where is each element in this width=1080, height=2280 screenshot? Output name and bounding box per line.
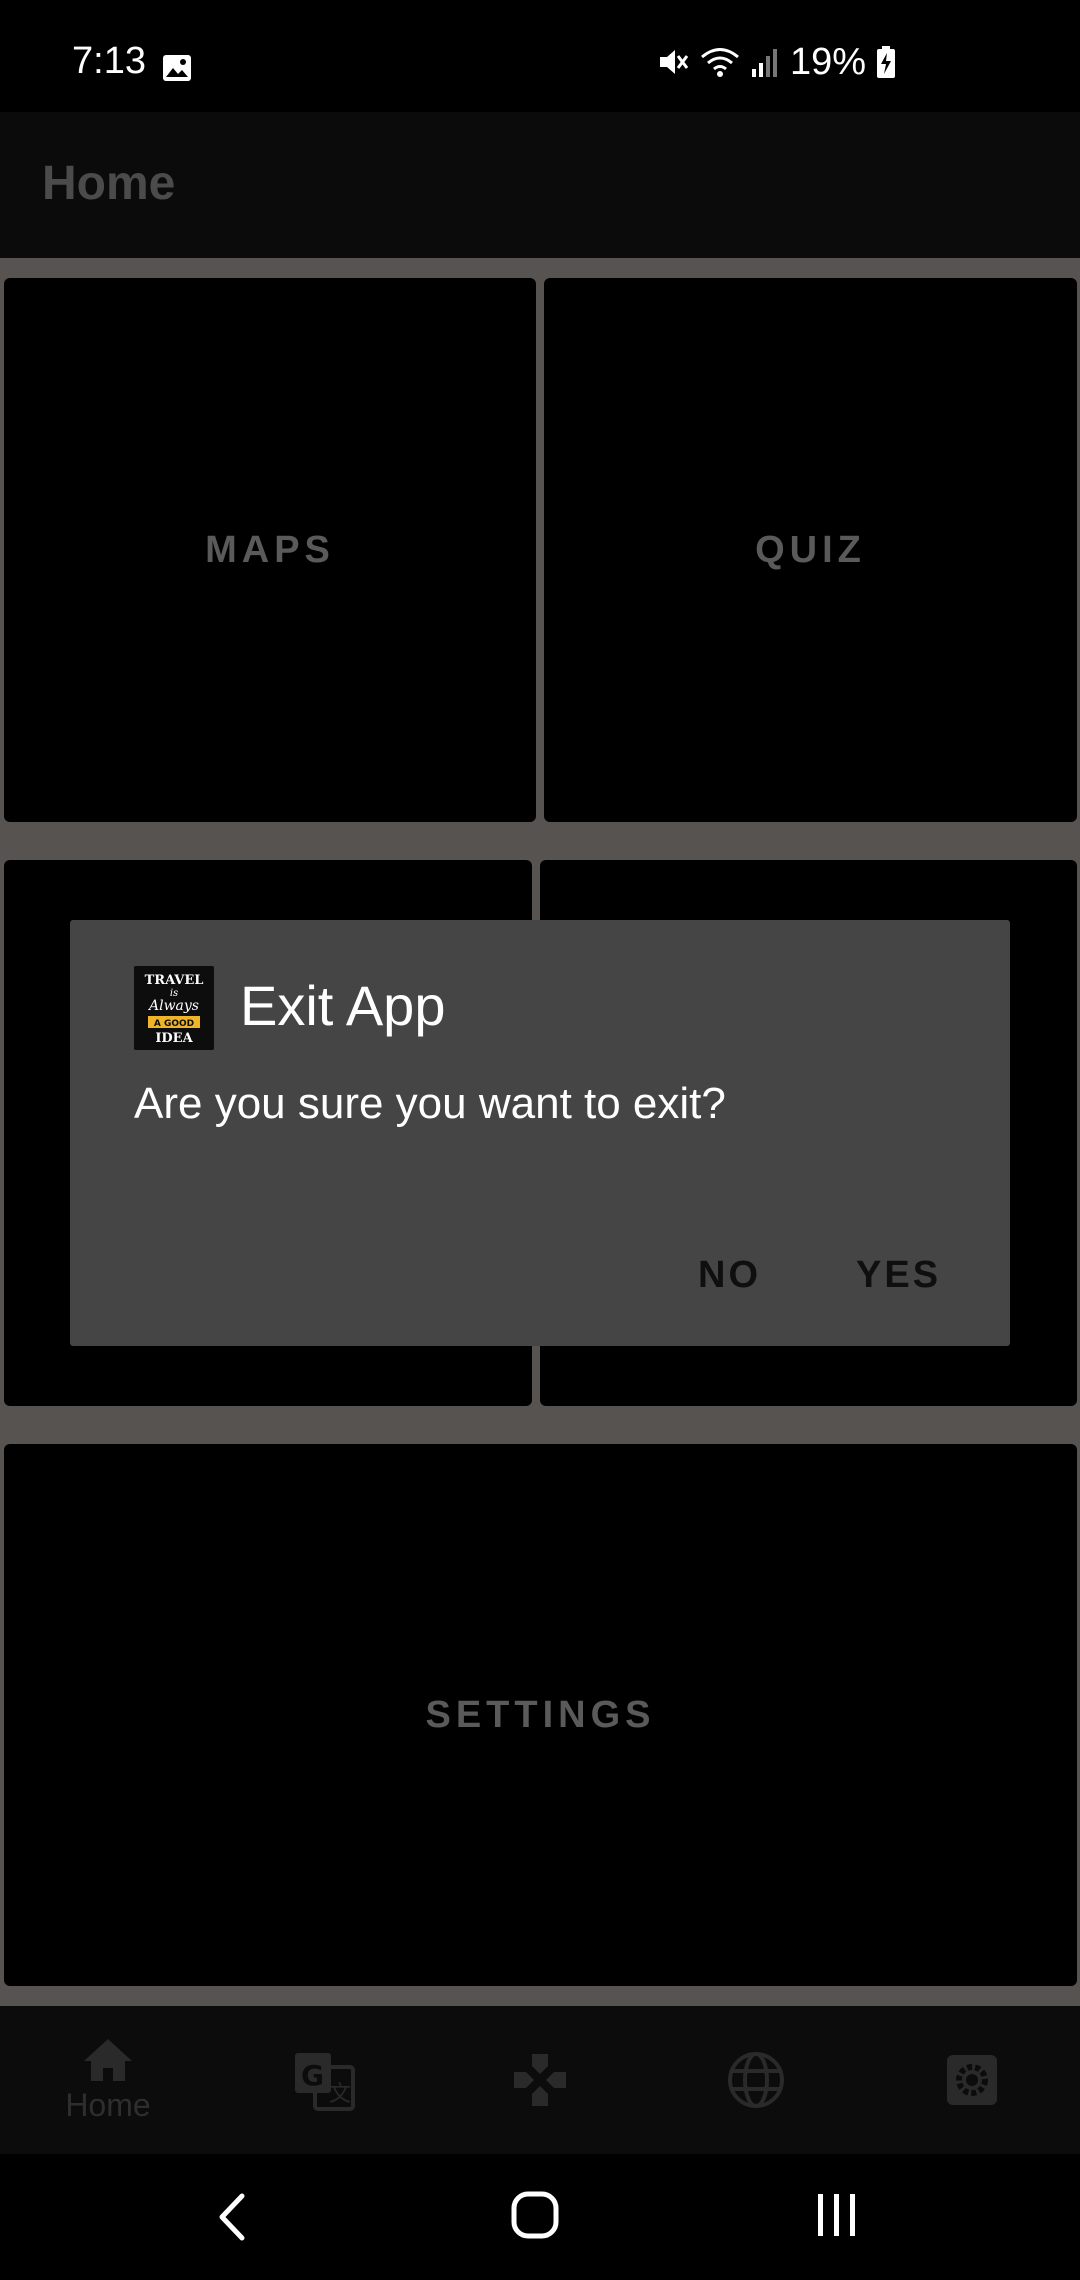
- logo-text-idea: IDEA: [155, 1031, 193, 1046]
- logo-text-a-good: A GOOD: [154, 1019, 194, 1029]
- nav-item-home[interactable]: Home: [0, 2006, 216, 2154]
- signal-icon: [751, 49, 777, 77]
- quiz-tile-label: QUIZ: [755, 528, 866, 571]
- nav-label-home: Home: [65, 2086, 151, 2123]
- home-icon: [84, 2038, 132, 2081]
- back-icon[interactable]: [214, 2192, 248, 2242]
- settings-icon: [947, 2055, 997, 2105]
- quiz-tile[interactable]: QUIZ: [544, 278, 1077, 822]
- page-title: Home: [42, 157, 176, 210]
- no-button[interactable]: NO: [684, 1246, 775, 1304]
- settings-tile[interactable]: SETTINGS: [4, 1444, 1077, 1986]
- app-logo: TRAVEL is Always A GOOD IDEA: [134, 966, 214, 1050]
- maps-tile[interactable]: MAPS: [4, 278, 536, 822]
- globe-icon: [728, 2052, 784, 2108]
- nav-item-settings[interactable]: [864, 2006, 1080, 2154]
- nav-item-translate[interactable]: G 文: [216, 2006, 432, 2154]
- wifi-icon: [700, 48, 739, 77]
- status-icons: 19%: [656, 42, 896, 82]
- logo-text-always: Always: [147, 998, 199, 1014]
- translate-icon: G 文: [295, 2053, 355, 2111]
- battery-percent: 19%: [789, 41, 866, 83]
- nav-item-games[interactable]: [432, 2006, 648, 2154]
- status-time: 7:13: [72, 40, 146, 82]
- nav-item-world[interactable]: [648, 2006, 864, 2154]
- app-logo-image: TRAVEL is Always A GOOD IDEA: [134, 966, 214, 1050]
- yes-button[interactable]: YES: [842, 1246, 955, 1304]
- logo-text-travel: TRAVEL: [145, 973, 204, 988]
- mute-icon: [659, 50, 689, 74]
- settings-tile-label: SETTINGS: [425, 1693, 656, 1736]
- dialog-message: Are you sure you want to exit?: [134, 1079, 726, 1128]
- recents-icon[interactable]: [814, 2192, 860, 2238]
- image-icon: [163, 55, 191, 81]
- battery-charging-icon: [877, 46, 895, 78]
- svg-text:G: G: [301, 2059, 324, 2092]
- home-button-icon[interactable]: [510, 2190, 560, 2240]
- maps-tile-label: MAPS: [205, 528, 335, 571]
- gamepad-icon: [514, 2054, 566, 2106]
- dialog-title: Exit App: [240, 974, 446, 1037]
- svg-text:文: 文: [329, 2082, 351, 2107]
